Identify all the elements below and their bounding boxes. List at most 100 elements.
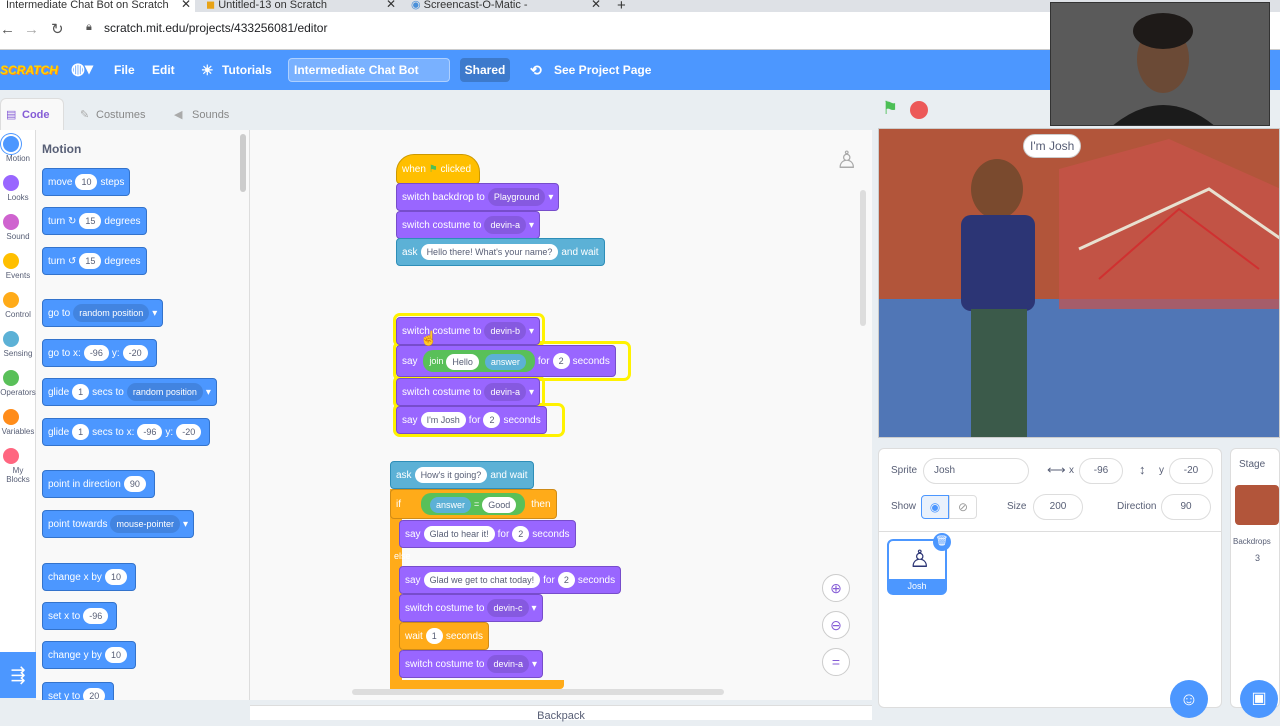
- close-icon[interactable]: ✕: [181, 0, 191, 10]
- block-switch-costume[interactable]: switch costume to devin-a ▾: [396, 378, 541, 406]
- block-say-for-secs[interactable]: say Glad to hear it! for 2 seconds: [399, 520, 576, 548]
- category-control[interactable]: Control: [0, 292, 36, 319]
- tab-title: Intermediate Chat Bot on Scratch: [6, 0, 169, 11]
- block-switch-costume[interactable]: switch costume to devin-b ▾: [396, 317, 541, 345]
- add-sprite-button[interactable]: ☺: [1170, 680, 1208, 718]
- palette-scrollbar[interactable]: [240, 134, 246, 192]
- category-motion[interactable]: Motion: [0, 136, 36, 163]
- category-operators[interactable]: Operators: [0, 370, 36, 397]
- block-change-y[interactable]: change y by 10: [42, 641, 136, 669]
- sprite-info-panel: Sprite Josh ⟷ x -96 ↕ y -20 Show ◉ ⊘ Siz…: [878, 448, 1222, 708]
- direction-input[interactable]: 90: [1161, 494, 1211, 520]
- block-switch-costume[interactable]: switch costume to devin-c ▾: [399, 594, 543, 622]
- block-go-to[interactable]: go to random position ▾: [42, 299, 164, 327]
- zoom-out-button[interactable]: ⊖: [822, 611, 850, 639]
- see-project-icon: ⟲: [530, 62, 542, 78]
- browser-tab[interactable]: ◼ Untitled-13 on Scratch ✕: [200, 0, 400, 12]
- block-switch-costume[interactable]: switch costume to devin-a ▾: [399, 650, 544, 678]
- green-flag-icon: ⚑: [428, 164, 438, 175]
- category-sensing[interactable]: Sensing: [0, 331, 36, 358]
- reload-icon[interactable]: ↻: [51, 20, 64, 38]
- stage-canvas[interactable]: [878, 128, 1280, 438]
- add-extension-button[interactable]: ⇶: [0, 652, 36, 698]
- backpack[interactable]: Backpack: [250, 705, 872, 722]
- block-ask-and-wait[interactable]: ask Hello there! What's your name? and wai…: [396, 238, 605, 266]
- category-looks[interactable]: Looks: [0, 175, 36, 202]
- category-dot: [3, 253, 19, 269]
- tab-costumes[interactable]: Costumes: [96, 100, 146, 130]
- x-input[interactable]: -96: [1079, 458, 1123, 484]
- block-glide-xy[interactable]: glide 1 secs to x: -96 y: -20: [42, 418, 211, 446]
- script-vscrollbar[interactable]: [860, 190, 866, 326]
- close-icon[interactable]: ✕: [386, 0, 396, 10]
- sprite-thumb-name: Josh: [889, 579, 945, 593]
- block-move[interactable]: move 10 steps: [42, 168, 131, 196]
- show-hidden-button[interactable]: ⊘: [949, 495, 977, 519]
- block-change-x[interactable]: change x by 10: [42, 563, 136, 591]
- block-set-x[interactable]: set x to -96: [42, 602, 118, 630]
- block-say-for-secs[interactable]: say I'm Josh for 2 seconds: [396, 406, 547, 434]
- block-point-towards[interactable]: point towards mouse-pointer ▾: [42, 510, 195, 538]
- tutorials-button[interactable]: Tutorials: [222, 50, 272, 90]
- block-say-for-secs[interactable]: say Glad we get to chat today! for 2 seconds: [399, 566, 622, 594]
- project-title-input[interactable]: Intermediate Chat Bot: [288, 58, 450, 82]
- block-equals[interactable]: answer = Good: [421, 493, 526, 516]
- palette-heading: Motion: [42, 142, 82, 156]
- rotate-ccw-icon: ↺: [68, 256, 77, 267]
- block-point-direction[interactable]: point in direction 90: [42, 470, 155, 498]
- block-switch-costume[interactable]: switch costume to devin-a ▾: [396, 211, 541, 239]
- zoom-reset-button[interactable]: =: [822, 648, 850, 676]
- size-input[interactable]: 200: [1033, 494, 1083, 520]
- close-icon[interactable]: ✕: [591, 0, 601, 10]
- block-when-flag-clicked[interactable]: when ⚑ clicked: [396, 154, 480, 184]
- stage-panel[interactable]: Stage Backdrops 3: [1230, 448, 1280, 708]
- category-label: Control: [5, 310, 31, 319]
- show-visible-button[interactable]: ◉: [921, 495, 949, 519]
- scratch-logo[interactable]: SCRATCH: [0, 50, 58, 90]
- sprite-watermark-icon: ♙: [836, 147, 858, 174]
- green-flag-button[interactable]: ⚑: [882, 98, 898, 119]
- category-dot: [3, 214, 19, 230]
- browser-tab-active[interactable]: Intermediate Chat Bot on Scratch ✕: [0, 0, 195, 12]
- zoom-in-button[interactable]: ⊕: [822, 574, 850, 602]
- sprite-josh-icon: ♙: [909, 546, 931, 573]
- block-go-to-xy[interactable]: go to x: -96 y: -20: [42, 339, 157, 367]
- file-menu[interactable]: File: [114, 50, 135, 90]
- backdrops-count: 3: [1255, 553, 1261, 563]
- block-turn-ccw[interactable]: turn ↺ 15 degrees: [42, 247, 147, 275]
- category-variables[interactable]: Variables: [0, 409, 36, 436]
- delete-sprite-icon[interactable]: 🗑︎: [933, 533, 951, 551]
- stop-button[interactable]: [910, 101, 928, 119]
- tab-sounds[interactable]: Sounds: [192, 100, 229, 130]
- y-input[interactable]: -20: [1169, 458, 1213, 484]
- block-if-else[interactable]: if answer = Good then: [390, 489, 557, 519]
- category-label: Variables: [1, 427, 35, 436]
- category-events[interactable]: Events: [0, 253, 36, 280]
- block-wait[interactable]: wait 1 seconds: [399, 622, 490, 650]
- shared-button[interactable]: Shared: [460, 58, 510, 82]
- edit-menu[interactable]: Edit: [152, 50, 175, 90]
- sprite-name-input[interactable]: Josh: [923, 458, 1029, 484]
- category-my-blocks[interactable]: My Blocks: [0, 448, 36, 484]
- script-hscrollbar[interactable]: [352, 689, 724, 695]
- category-sound[interactable]: Sound: [0, 214, 36, 241]
- block-turn-cw[interactable]: turn ↻ 15 degrees: [42, 207, 147, 235]
- block-set-y[interactable]: set y to 20: [42, 682, 115, 700]
- category-dot: [3, 409, 19, 425]
- browser-tab[interactable]: ◉ Screencast-O-Matic - ✕: [405, 0, 605, 12]
- forward-icon[interactable]: →: [24, 21, 39, 38]
- see-project-page-button[interactable]: See Project Page: [554, 50, 651, 90]
- block-glide-to[interactable]: glide 1 secs to random position ▾: [42, 378, 217, 406]
- back-icon[interactable]: ←: [0, 21, 15, 38]
- block-join[interactable]: join Hello answer: [423, 350, 535, 373]
- tutorials-icon: ☀: [201, 62, 214, 78]
- add-backdrop-button[interactable]: ▣: [1240, 680, 1278, 718]
- url-field[interactable]: scratch.mit.edu/projects/433256081/edito…: [104, 21, 327, 35]
- block-switch-backdrop[interactable]: switch backdrop to Playground ▾: [396, 183, 560, 211]
- sprite-thumbnail[interactable]: ♙ Josh 🗑︎: [887, 533, 951, 595]
- globe-icon[interactable]: ◍▾: [71, 50, 93, 90]
- category-menu: Motion Looks Sound Events Control Sensin…: [0, 130, 36, 690]
- block-say-for-secs[interactable]: say join Hello answer for 2 seconds: [396, 345, 616, 377]
- category-label: Looks: [7, 193, 29, 202]
- block-ask-and-wait[interactable]: ask How's it going? and wait: [390, 461, 534, 489]
